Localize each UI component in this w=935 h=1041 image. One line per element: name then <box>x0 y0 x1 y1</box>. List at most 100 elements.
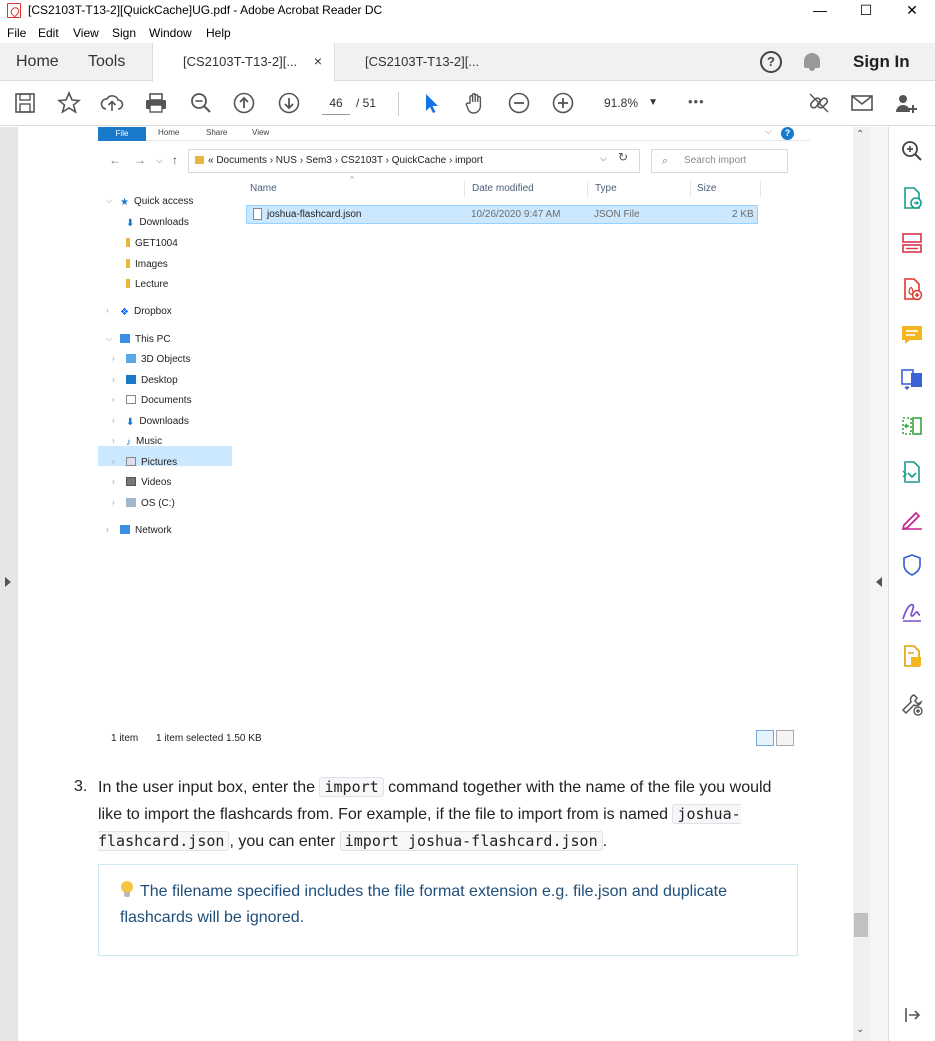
explorer-status-bar: 1 item 1 item selected 1.50 KB <box>98 730 810 748</box>
bookmark-star-icon[interactable] <box>56 90 82 116</box>
scrollbar-thumb[interactable] <box>854 913 868 937</box>
toolbar: 46 / 51 91.8% ▼ ••• <box>0 82 935 126</box>
nav-get1004: GET1004 <box>126 238 178 249</box>
network-icon <box>120 525 130 534</box>
edit-pdf-icon[interactable] <box>900 644 924 668</box>
notifications-bell-icon[interactable] <box>804 53 820 71</box>
ribbon-expand-chevron-icon: ⌵ <box>765 127 772 136</box>
folder-icon <box>195 156 204 164</box>
send-for-review-icon[interactable] <box>900 460 924 484</box>
share-link-icon[interactable] <box>806 90 832 116</box>
column-divider <box>587 181 588 197</box>
nav-videos: › Videos <box>112 477 172 488</box>
print-icon[interactable] <box>143 90 169 116</box>
zoom-out-magnifier-icon[interactable] <box>188 90 214 116</box>
acrobat-app-icon <box>7 3 21 18</box>
chevron-down-icon: ▼ <box>648 97 658 108</box>
sort-caret-icon: ^ <box>350 175 354 184</box>
tab-tools[interactable]: Tools <box>88 43 125 81</box>
tab-document-active[interactable]: [CS2103T-T13-2][... × <box>152 43 335 82</box>
collapse-tools-pane-icon[interactable] <box>900 1003 924 1027</box>
hand-tool-icon[interactable] <box>462 90 488 116</box>
json-file-icon <box>253 208 262 220</box>
previous-page-icon[interactable] <box>231 90 257 116</box>
ribbon-help-icon: ? <box>781 127 794 140</box>
protect-shield-icon[interactable] <box>900 553 924 577</box>
zoom-level-select[interactable]: 91.8% ▼ <box>596 91 666 115</box>
email-icon[interactable] <box>849 90 875 116</box>
organize-pages-icon[interactable] <box>900 231 924 255</box>
folder-icon <box>126 259 130 268</box>
upload-cloud-icon[interactable] <box>99 90 125 116</box>
title-bar: [CS2103T-T13-2][QuickCache]UG.pdf - Adob… <box>0 0 935 22</box>
menu-window[interactable]: Window <box>149 26 192 40</box>
videos-icon <box>126 477 136 486</box>
column-size: Size <box>697 183 717 194</box>
comment-icon[interactable] <box>900 323 924 347</box>
combine-files-icon[interactable] <box>900 367 924 391</box>
inline-code-import: import <box>319 777 384 797</box>
menu-file[interactable]: File <box>7 26 26 40</box>
create-pdf-icon[interactable] <box>900 277 924 301</box>
inline-code-command: import joshua-flashcard.json <box>339 831 603 851</box>
folder-icon <box>126 279 130 288</box>
document-viewport[interactable]: File Home Share View ⌵ ? ← → ⌵ ↑ « Docum… <box>0 127 887 1041</box>
menu-sign[interactable]: Sign <box>112 26 136 40</box>
large-icons-view-icon <box>776 730 794 746</box>
menu-view[interactable]: View <box>73 26 99 40</box>
zoom-in-icon[interactable] <box>550 90 576 116</box>
search-icon: ⌕ <box>662 155 669 167</box>
close-window-button[interactable]: ✕ <box>889 0 935 22</box>
sign-in-button[interactable]: Sign In <box>853 52 910 72</box>
search-zoom-icon[interactable] <box>900 139 924 163</box>
more-tools-wrench-icon[interactable] <box>900 692 924 716</box>
tab-document-label: [CS2103T-T13-2][... <box>183 54 298 69</box>
step-3-text: In the user input box, enter the import … <box>98 777 772 851</box>
address-dropdown-icon: ⌵ <box>600 153 607 163</box>
scroll-down-icon[interactable]: ⌄ <box>856 1024 864 1035</box>
ribbon-tab-home: Home <box>158 128 180 137</box>
help-icon[interactable]: ? <box>760 51 782 73</box>
compress-icon[interactable] <box>900 414 924 438</box>
maximize-button[interactable]: ☐ <box>843 0 889 22</box>
documents-icon <box>126 395 136 404</box>
file-name: joshua-flashcard.json <box>267 209 362 220</box>
column-divider <box>464 181 465 197</box>
tab-close-icon[interactable]: × <box>314 43 322 80</box>
save-icon[interactable] <box>12 90 38 116</box>
pdf-page: File Home Share View ⌵ ? ← → ⌵ ↑ « Docum… <box>18 127 853 1041</box>
add-user-icon[interactable] <box>893 90 919 116</box>
next-page-icon[interactable] <box>276 90 302 116</box>
fill-sign-icon[interactable] <box>900 507 924 531</box>
right-pane-collapse-strip[interactable] <box>870 127 888 1041</box>
dropbox-icon: ❖ <box>120 307 129 318</box>
select-cursor-icon[interactable] <box>418 90 444 116</box>
vertical-scrollbar[interactable]: ⌃ ⌄ <box>853 127 870 1041</box>
expand-left-pane-icon[interactable] <box>5 577 11 587</box>
desktop-icon <box>126 375 136 384</box>
file-row-selected: joshua-flashcard.json 10/26/2020 9:47 AM… <box>246 205 758 224</box>
request-signature-icon[interactable] <box>900 599 924 623</box>
explorer-ribbon: File Home Share View ⌵ ? <box>98 127 810 141</box>
star-icon: ★ <box>120 197 129 208</box>
scroll-up-icon[interactable]: ⌃ <box>856 129 864 140</box>
explorer-screenshot: File Home Share View ⌵ ? ← → ⌵ ↑ « Docum… <box>98 127 810 752</box>
left-pane-collapsed[interactable] <box>0 127 18 1041</box>
tab-home[interactable]: Home <box>16 43 59 81</box>
zoom-level-value: 91.8% <box>604 96 639 110</box>
page-total: / 51 <box>356 96 377 110</box>
collapse-right-pane-icon[interactable] <box>876 577 882 587</box>
ribbon-tab-view: View <box>252 128 270 137</box>
minimize-button[interactable]: — <box>797 0 843 22</box>
zoom-out-icon[interactable] <box>506 90 532 116</box>
back-arrow-icon: ← <box>109 153 121 167</box>
ribbon-tab-share: Share <box>206 128 228 137</box>
tab-document-2[interactable]: [CS2103T-T13-2][... <box>335 43 515 82</box>
more-tools-icon[interactable]: ••• <box>688 94 705 109</box>
menu-help[interactable]: Help <box>206 26 231 40</box>
tip-box: The filename specified includes the file… <box>98 864 798 956</box>
page-number-input[interactable]: 46 <box>322 91 350 115</box>
nav-lecture: Lecture <box>126 279 168 290</box>
menu-edit[interactable]: Edit <box>38 26 59 40</box>
export-pdf-icon[interactable] <box>900 186 924 210</box>
